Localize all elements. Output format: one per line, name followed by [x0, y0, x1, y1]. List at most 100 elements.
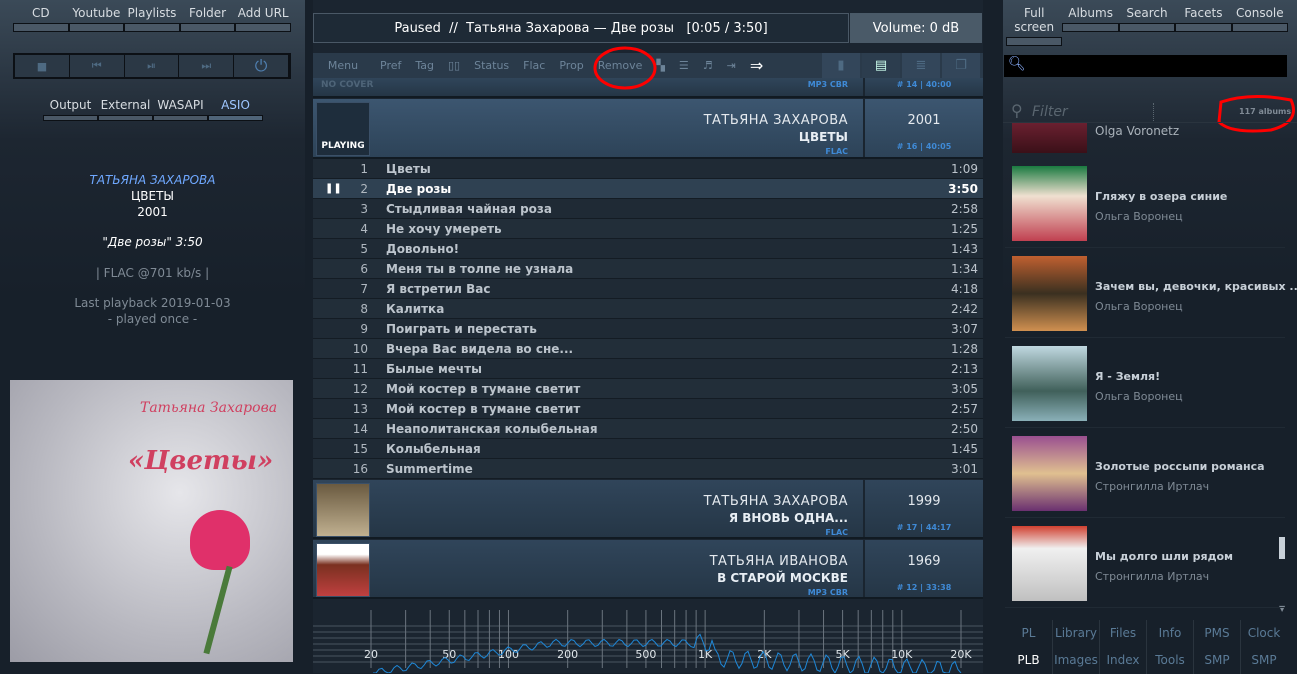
filter-input[interactable]: Filter [1032, 104, 1068, 120]
album-name: ЦВЕТЫ [798, 130, 848, 144]
track-number: 4 [360, 221, 368, 236]
track-row[interactable]: ❚❚ 2 Две розы 3:50 [313, 179, 983, 199]
track-duration: 2:42 [951, 301, 978, 316]
track-row[interactable]: 1 Цветы 1:09 [313, 159, 983, 179]
album-list-item[interactable]: Золотые россыпи романса Стронгилла Иртлач [1005, 430, 1285, 518]
previous-icon[interactable]: ⏮ [69, 55, 125, 77]
nav-library[interactable]: Library [1053, 620, 1099, 647]
album-title: Зачем вы, девочки, красивых ... [1095, 280, 1297, 293]
spectrum-label: 20 [364, 648, 378, 661]
spectrum-label: 10K [891, 648, 913, 661]
album-header-current[interactable]: PLAYING ТАТЬЯНА ЗАХАРОВА ЦВЕТЫ FLAC 2001… [313, 99, 983, 159]
track-title: Summertime [386, 461, 473, 476]
tab-youtube[interactable]: Youtube [68, 6, 125, 32]
menu-button[interactable]: Menu [313, 59, 373, 72]
track-row[interactable]: 4 Не хочу умереть 1:25 [313, 219, 983, 239]
track-number: 7 [360, 281, 368, 296]
nav-files[interactable]: Files [1100, 620, 1146, 647]
nav-info[interactable]: Info [1147, 620, 1193, 647]
track-number: 3 [360, 201, 368, 216]
stop-icon[interactable]: ■ [15, 55, 70, 77]
playlist-view-icon[interactable]: ▤ [862, 53, 900, 78]
track-duration: 3:07 [951, 321, 978, 336]
nav-pms[interactable]: PMS [1194, 620, 1240, 647]
volume-display[interactable]: Volume: 0 dB [850, 13, 982, 43]
album-title: Я - Земля! [1095, 370, 1161, 383]
album-list-item[interactable]: Olga Voronetz [1005, 123, 1275, 153]
filter-icon: ⚲ [1011, 101, 1023, 120]
search-input[interactable]: 🔍︎ [1004, 55, 1287, 77]
album-info: # 12 | 33:38 [896, 583, 952, 592]
track-row[interactable]: 11 Былые мечты 2:13 [313, 359, 983, 379]
track-row[interactable]: 15 Колыбельная 1:45 [313, 439, 983, 459]
track-row[interactable]: 8 Калитка 2:42 [313, 299, 983, 319]
power-icon[interactable]: ⏻ [234, 55, 289, 77]
album-list-item[interactable]: Мы долго шли рядом Стронгилла Иртлач [1005, 520, 1285, 608]
track-title: Стыдливая чайная роза [386, 201, 552, 216]
track-row[interactable]: 9 Поиграть и перестать 3:07 [313, 319, 983, 339]
nav-group: Clock SMP [1240, 620, 1287, 674]
album-list-item[interactable]: Я - Земля! Ольга Воронец [1005, 340, 1285, 428]
tab-console[interactable]: Console [1231, 6, 1289, 46]
album-thumbnail [1012, 123, 1087, 153]
album-artist: Ольга Воронец [1095, 300, 1183, 313]
window-icon[interactable]: ❐ [942, 53, 980, 78]
tab-full-screen[interactable]: Full screen [1006, 6, 1063, 46]
album-info: # 17 | 44:17 [896, 523, 952, 532]
tab-output[interactable]: Output [43, 98, 98, 121]
list-icon[interactable]: ☰ [672, 59, 696, 72]
album-header-next[interactable]: ТАТЬЯНА ЗАХАРОВА Я ВНОВЬ ОДНА... FLAC 19… [313, 480, 983, 539]
nav-clock[interactable]: Clock [1241, 620, 1287, 647]
album-list-item[interactable]: Гляжу в озера синие Ольга Воронец [1005, 160, 1285, 248]
tab-albums[interactable]: Albums [1062, 6, 1119, 46]
film-icon[interactable]: ▯▯ [441, 59, 467, 72]
lines-icon[interactable]: ≣ [902, 53, 940, 78]
track-row[interactable]: 14 Неаполитанская колыбельная 2:50 [313, 419, 983, 439]
nav-group: Files Index [1099, 620, 1146, 674]
tab-add-url[interactable]: Add URL [235, 6, 291, 32]
tab-folder[interactable]: Folder [179, 6, 236, 32]
next-icon[interactable]: ⏭ [179, 55, 235, 77]
equalizer-icon[interactable]: ▮ [822, 53, 860, 78]
track-row[interactable]: 5 Довольно! 1:43 [313, 239, 983, 259]
track-title: Довольно! [386, 241, 460, 256]
track-row[interactable]: 16 Summertime 3:01 [313, 459, 983, 479]
nav-plb[interactable]: PLB [1005, 647, 1052, 674]
tab-asio[interactable]: ASIO [208, 98, 263, 121]
track-row[interactable]: 3 Стыдливая чайная роза 2:58 [313, 199, 983, 219]
nav-smp[interactable]: SMP [1194, 647, 1240, 674]
tag-button[interactable]: Tag [408, 59, 441, 72]
tab-playlists[interactable]: Playlists [124, 6, 180, 32]
prop-button[interactable]: Prop [552, 59, 590, 72]
album-header-next[interactable]: ТАТЬЯНА ИВАНОВА В СТАРОЙ МОСКВЕ MP3 CBR … [313, 540, 983, 599]
album-list-item[interactable]: Зачем вы, девочки, красивых ... Ольга Вор… [1005, 250, 1297, 338]
track-row[interactable]: 7 Я встретил Вас 4:18 [313, 279, 983, 299]
pref-button[interactable]: Pref [373, 59, 408, 72]
album-artist: Olga Voronetz [1095, 124, 1180, 138]
track-duration: 1:28 [951, 341, 978, 356]
tab-search[interactable]: Search [1118, 6, 1176, 46]
music-note-icon[interactable]: ♬ [696, 59, 720, 72]
tab-cd[interactable]: CD [13, 6, 69, 32]
nav-index[interactable]: Index [1100, 647, 1146, 674]
nav-pl[interactable]: PL [1005, 620, 1052, 647]
tab-facets[interactable]: Facets [1175, 6, 1232, 46]
nav-smp[interactable]: SMP [1241, 647, 1287, 674]
tab-external[interactable]: External [98, 98, 153, 121]
track-row[interactable]: 12 Мой костер в тумане светит 3:05 [313, 379, 983, 399]
flac-button[interactable]: Flac [516, 59, 552, 72]
arrow-right-icon[interactable]: ⇒ [743, 56, 770, 75]
import-icon[interactable]: ⇥ [720, 59, 743, 72]
rose-stem [203, 565, 233, 655]
play-pause-icon[interactable]: ⏯ [124, 55, 180, 77]
track-row[interactable]: 6 Меня ты в толпе не узнала 1:34 [313, 259, 983, 279]
track-duration: 2:57 [951, 401, 978, 416]
track-row[interactable]: 10 Вчера Вас видела во сне... 1:28 [313, 339, 983, 359]
track-duration: 3:01 [951, 461, 978, 476]
status-button[interactable]: Status [467, 59, 516, 72]
track-row[interactable]: 13 Мой костер в тумане светит 2:57 [313, 399, 983, 419]
nav-images[interactable]: Images [1053, 647, 1099, 674]
tab-wasapi[interactable]: WASAPI [153, 98, 208, 121]
spectrum-label: 500 [635, 648, 656, 661]
nav-tools[interactable]: Tools [1147, 647, 1193, 674]
